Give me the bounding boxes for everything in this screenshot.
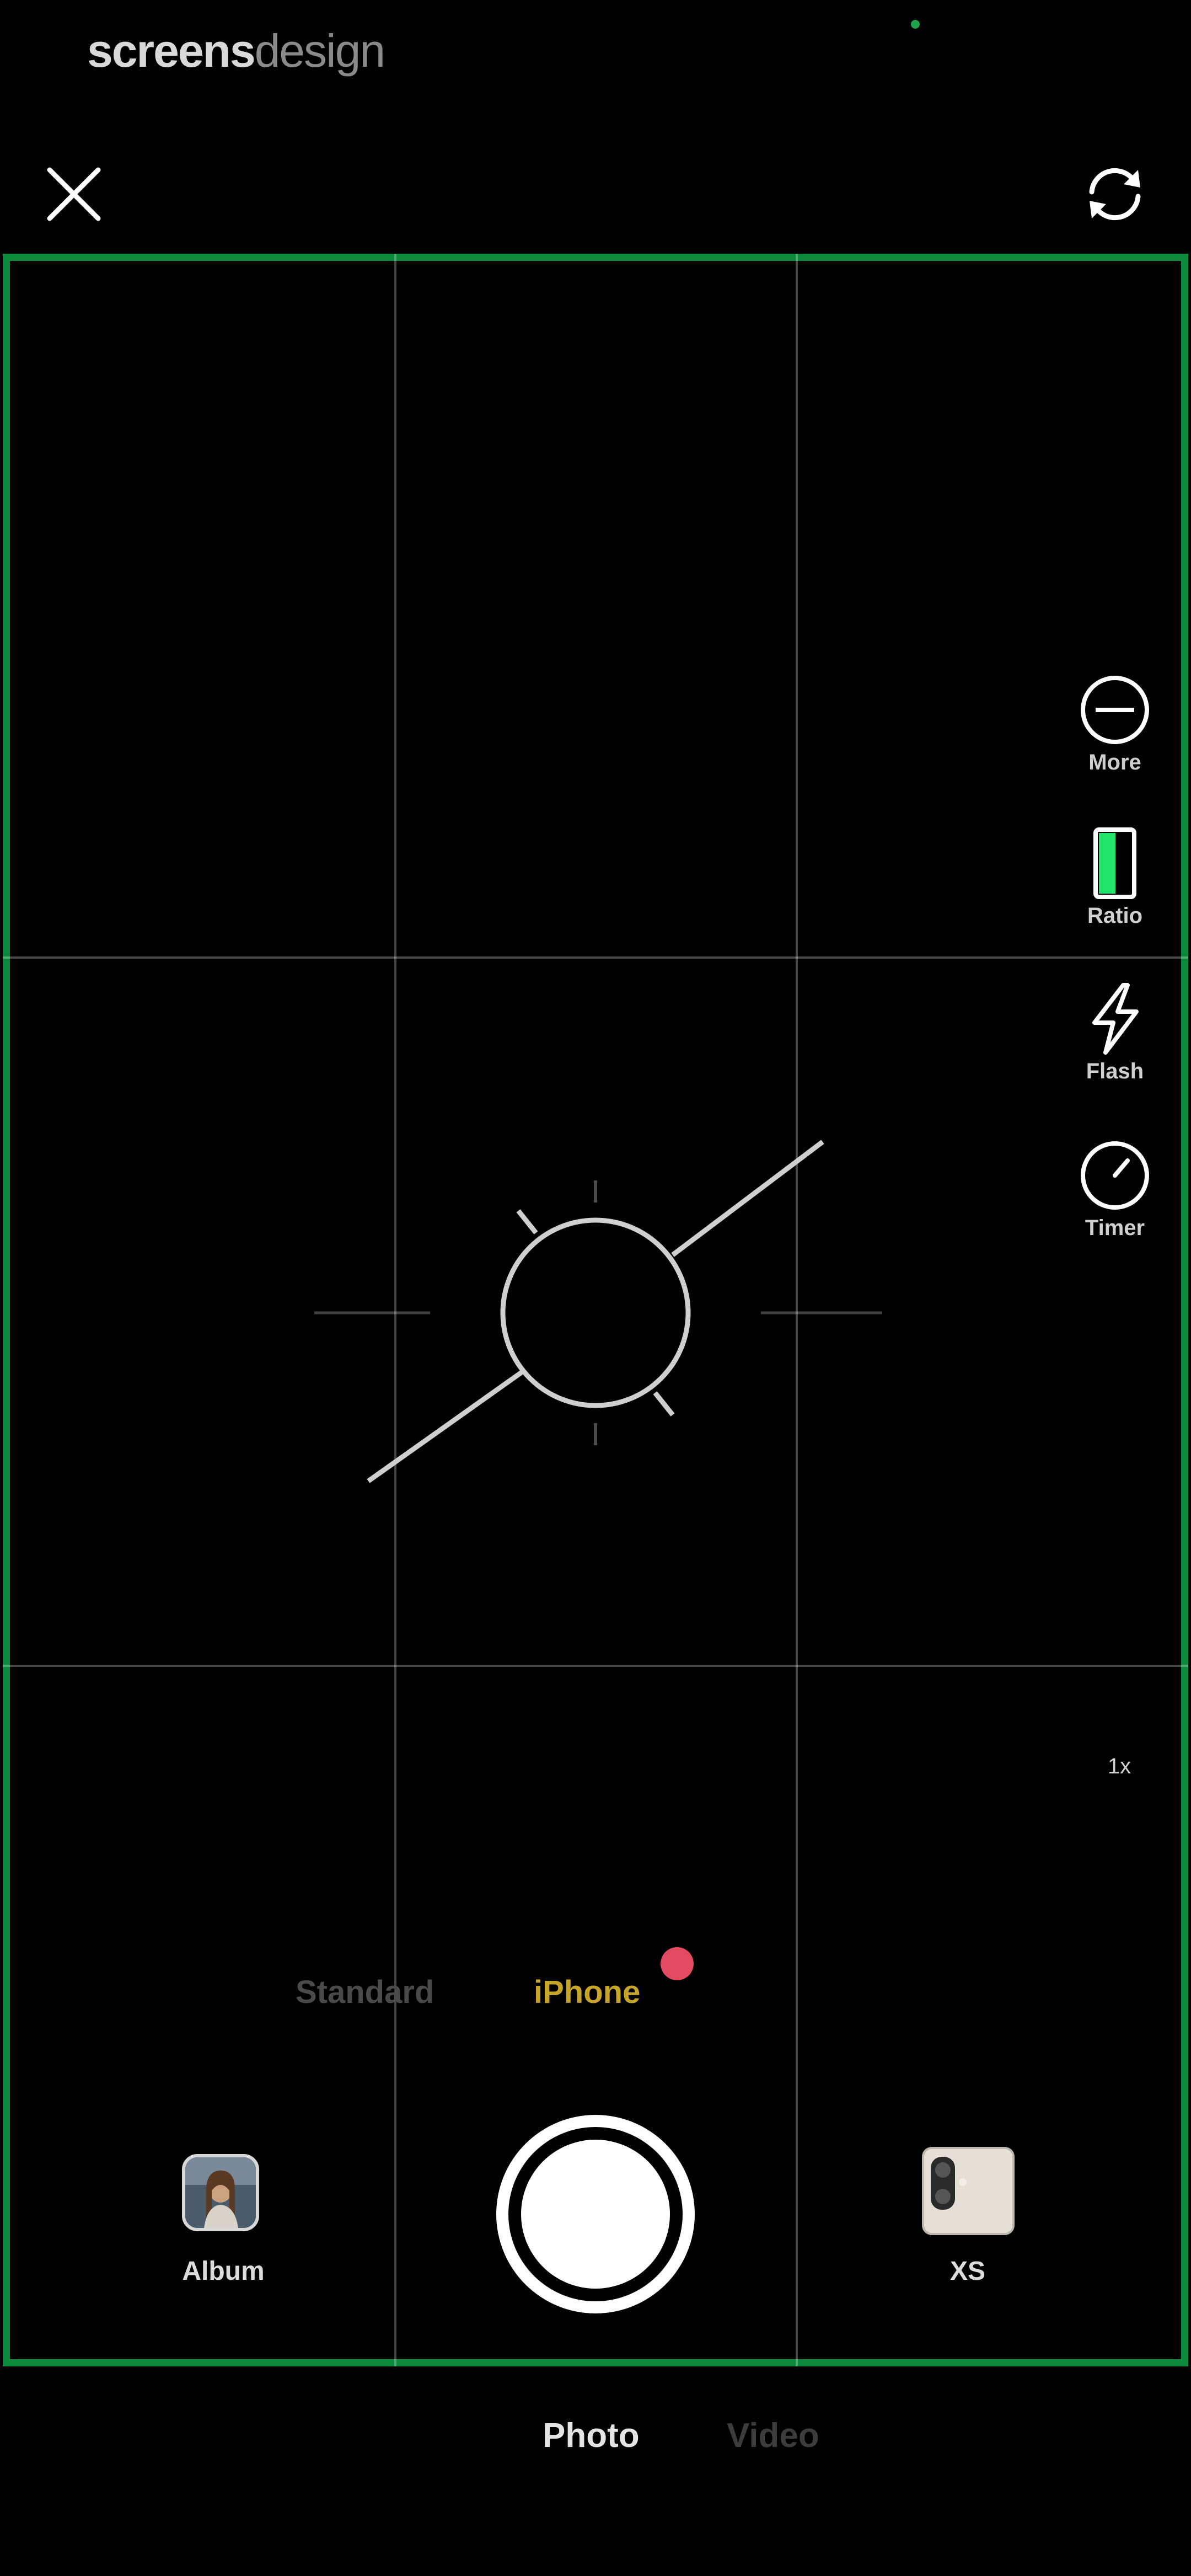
album-photo-icon [185, 2157, 256, 2228]
flip-camera-button[interactable] [1081, 160, 1149, 228]
grid-line [3, 1665, 1188, 1667]
device-label: XS [949, 2257, 986, 2286]
flash-tool[interactable]: Flash [1065, 983, 1165, 1084]
watermark-part2: design [254, 25, 386, 77]
more-label: More [1088, 750, 1141, 774]
more-circle-icon [1081, 676, 1149, 744]
timer-tool[interactable]: Timer [1065, 1140, 1165, 1241]
ratio-label: Ratio [1087, 904, 1142, 928]
flip-camera-icon [1089, 168, 1141, 221]
album-thumbnail[interactable] [182, 2154, 259, 2231]
level-indicator [314, 1140, 882, 1483]
watermark: screensdesign [87, 24, 386, 78]
grid-line [3, 956, 1188, 959]
watermark-part1: screens [87, 25, 256, 77]
mode-standard[interactable]: Standard [296, 1974, 434, 2011]
more-tool[interactable]: More [1065, 674, 1165, 775]
flash-label: Flash [1086, 1059, 1144, 1083]
mode-iphone[interactable]: iPhone [534, 1974, 640, 2011]
camera-indicator-dot [911, 20, 920, 29]
new-badge [661, 1947, 694, 1980]
close-button[interactable] [43, 163, 105, 225]
close-icon [47, 167, 101, 221]
ratio-tool[interactable]: Ratio [1065, 827, 1165, 928]
timer-icon [1081, 1141, 1149, 1210]
album-label: Album [182, 2257, 265, 2286]
capture-mode-photo[interactable]: Photo [543, 2416, 640, 2455]
device-style-thumbnail[interactable] [922, 2147, 1015, 2235]
flash-icon [1092, 983, 1139, 1055]
capture-mode-video[interactable]: Video [727, 2416, 819, 2455]
zoom-level-button[interactable]: 1x [1097, 1754, 1141, 1779]
timer-label: Timer [1085, 1216, 1145, 1240]
ratio-icon [1093, 827, 1136, 899]
phone-camera-icon [924, 2149, 1012, 2233]
shutter-inner [521, 2140, 670, 2289]
